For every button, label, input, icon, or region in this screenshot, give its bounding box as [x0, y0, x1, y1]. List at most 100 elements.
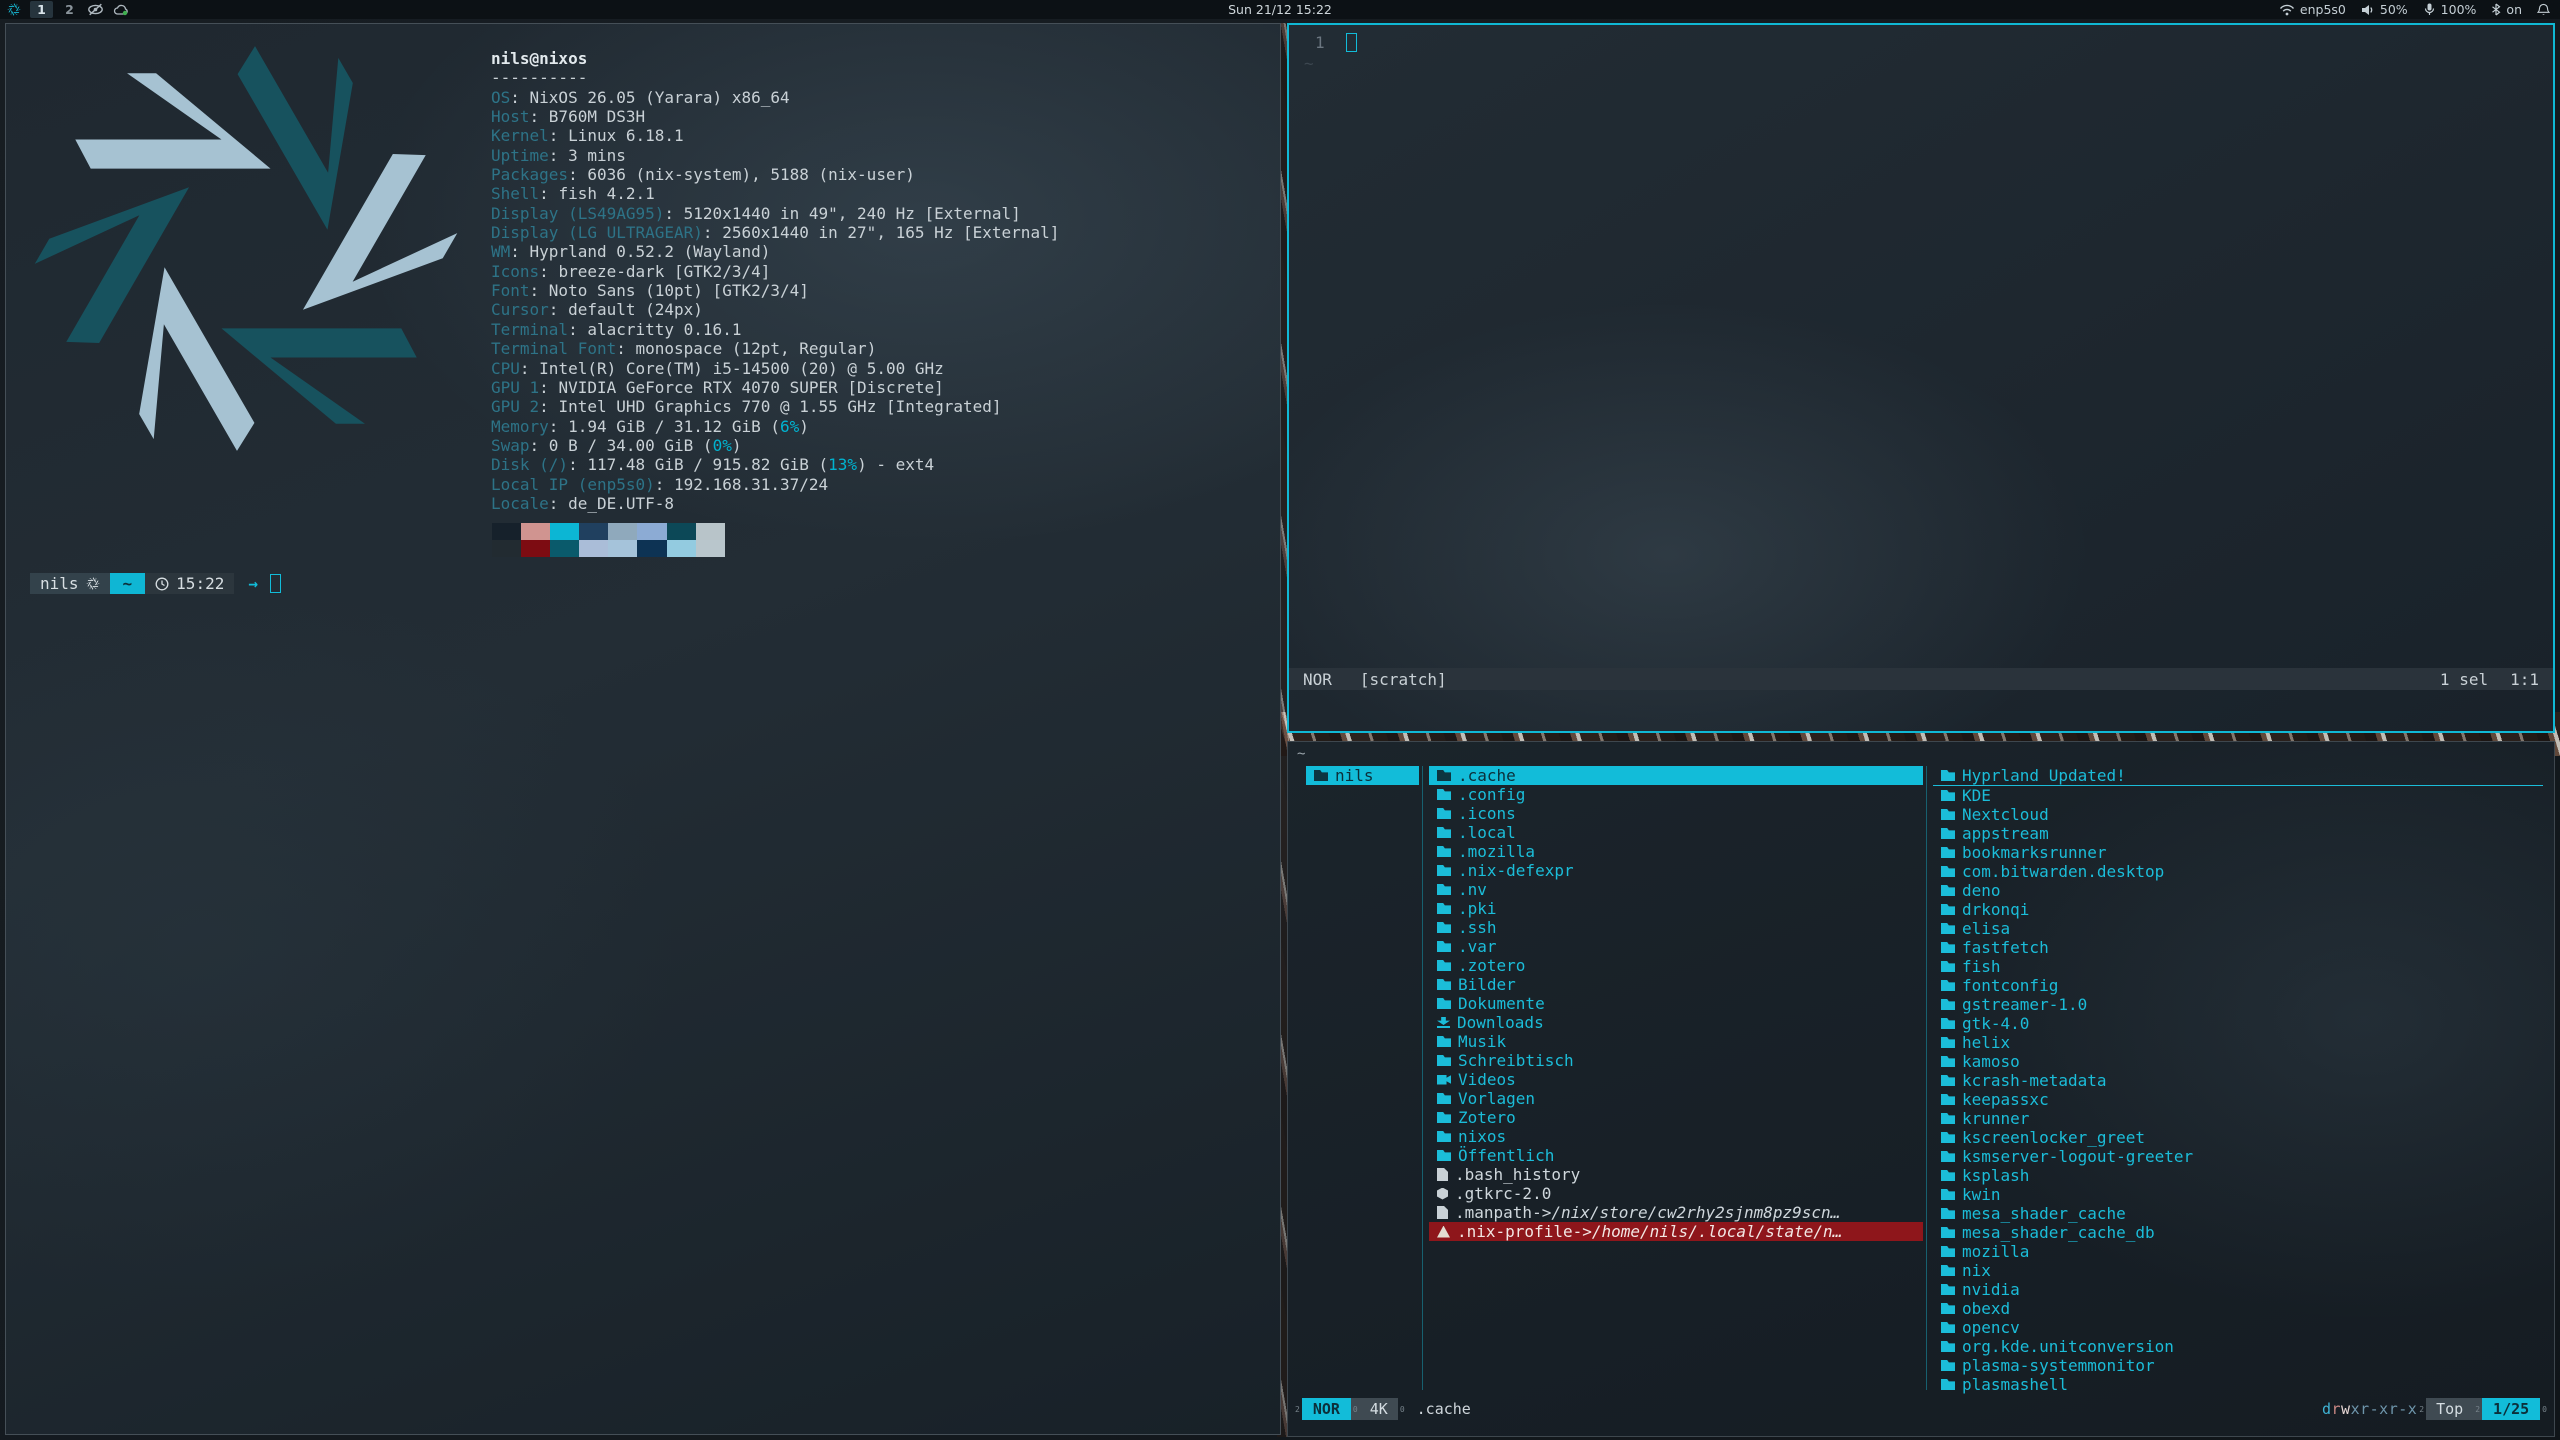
statusbar-badge: 1/25	[2482, 1398, 2540, 1420]
file-row[interactable]: kcrash-metadata	[1933, 1071, 2543, 1090]
file-row[interactable]: plasmashell	[1933, 1375, 2543, 1394]
file-row[interactable]: gtk-4.0	[1933, 1014, 2543, 1033]
file-row[interactable]: Dokumente	[1429, 994, 1923, 1013]
fastfetch-line: Cursor: default (24px)	[491, 300, 1059, 319]
file-row[interactable]: gstreamer-1.0	[1933, 995, 2543, 1014]
folder-icon	[1941, 999, 1955, 1010]
file-row[interactable]: .config	[1429, 785, 1923, 804]
palette-swatch	[696, 523, 725, 540]
fastfetch-text: : Hyprland 0.52.2 (Wayland)	[510, 242, 770, 261]
fastfetch-text: : NixOS 26.05 (Yarara) x86_64	[510, 88, 789, 107]
file-row[interactable]: Bilder	[1429, 975, 1923, 994]
file-row[interactable]: Öffentlich	[1429, 1146, 1923, 1165]
file-row[interactable]: .local	[1429, 823, 1923, 842]
fastfetch-line: Shell: fish 4.2.1	[491, 184, 1059, 203]
fastfetch-text: Locale	[491, 494, 549, 513]
file-row[interactable]: Hyprland Updated!	[1933, 766, 2543, 786]
nextcloud-sync-icon[interactable]	[113, 3, 129, 16]
file-row[interactable]: deno	[1933, 881, 2543, 900]
buffer-name: [scratch]	[1360, 670, 1447, 689]
terminal-window[interactable]: nils@nixos----------OS: NixOS 26.05 (Yar…	[5, 23, 1281, 1435]
file-row[interactable]: .cache	[1429, 766, 1923, 785]
microphone-module[interactable]: 100%	[2423, 2, 2477, 17]
file-label: mesa_shader_cache_db	[1962, 1223, 2155, 1242]
workspace-1-button[interactable]: 1	[30, 1, 53, 18]
symlink-icon	[1437, 1206, 1448, 1219]
file-row[interactable]: Nextcloud	[1933, 805, 2543, 824]
file-row[interactable]: krunner	[1933, 1109, 2543, 1128]
file-row[interactable]: nils	[1306, 766, 1419, 785]
file-row[interactable]: kscreenlocker_greet	[1933, 1128, 2543, 1147]
network-module[interactable]: enp5s0	[2279, 2, 2346, 17]
yazi-window[interactable]: ~ nils .cache.config.icons.local.mozilla…	[1287, 741, 2555, 1437]
file-row[interactable]: .icons	[1429, 804, 1923, 823]
file-row[interactable]: plasma-systemmonitor	[1933, 1356, 2543, 1375]
file-label: Videos	[1458, 1070, 1516, 1089]
file-row[interactable]: bookmarksrunner	[1933, 843, 2543, 862]
file-label: KDE	[1962, 786, 1991, 805]
file-row[interactable]: .mozilla	[1429, 842, 1923, 861]
file-row[interactable]: opencv	[1933, 1318, 2543, 1337]
file-row[interactable]: .nv	[1429, 880, 1923, 899]
file-row[interactable]: org.kde.unitconversion	[1933, 1337, 2543, 1356]
nixos-ascii-logo	[16, 46, 476, 455]
file-row[interactable]: kamoso	[1933, 1052, 2543, 1071]
file-row[interactable]: .nix-defexpr	[1429, 861, 1923, 880]
file-row[interactable]: helix	[1933, 1033, 2543, 1052]
file-row[interactable]: .gtkrc-2.0	[1429, 1184, 1923, 1203]
folder-icon	[1941, 885, 1955, 896]
file-row[interactable]: kwin	[1933, 1185, 2543, 1204]
workspace-2-button[interactable]: 2	[61, 1, 78, 18]
file-row[interactable]: .ssh	[1429, 918, 1923, 937]
file-row[interactable]: .pki	[1429, 899, 1923, 918]
notification-bell-icon[interactable]	[2537, 3, 2550, 16]
file-row[interactable]: .var	[1429, 937, 1923, 956]
file-row[interactable]: fish	[1933, 957, 2543, 976]
file-row[interactable]: ksplash	[1933, 1166, 2543, 1185]
folder-icon	[1941, 1341, 1955, 1352]
file-row[interactable]: .bash_history	[1429, 1165, 1923, 1184]
symlink-arrow: ->	[1573, 1222, 1592, 1241]
helix-window[interactable]: 1 ~ NOR [scratch] 1 sel 1:1	[1287, 23, 2555, 733]
file-row[interactable]: obexd	[1933, 1299, 2543, 1318]
file-row[interactable]: fastfetch	[1933, 938, 2543, 957]
fastfetch-line: Font: Noto Sans (10pt) [GTK2/3/4]	[491, 281, 1059, 300]
file-row[interactable]: Downloads	[1429, 1013, 1923, 1032]
file-row[interactable]: elisa	[1933, 919, 2543, 938]
file-row[interactable]: nix	[1933, 1261, 2543, 1280]
file-label: deno	[1962, 881, 2001, 900]
file-row[interactable]: appstream	[1933, 824, 2543, 843]
file-row[interactable]: Videos	[1429, 1070, 1923, 1089]
file-row[interactable]: .manpath -> /nix/store/cw2rhy2sjnm8pz9sc…	[1429, 1203, 1923, 1222]
file-row[interactable]: fontconfig	[1933, 976, 2543, 995]
file-row[interactable]: com.bitwarden.desktop	[1933, 862, 2543, 881]
file-row[interactable]: drkonqi	[1933, 900, 2543, 919]
file-label: plasmashell	[1962, 1375, 2068, 1394]
file-row[interactable]: .zotero	[1429, 956, 1923, 975]
file-row[interactable]: Schreibtisch	[1429, 1051, 1923, 1070]
permissions-text: d	[2322, 1400, 2332, 1418]
bluetooth-module[interactable]: on	[2491, 2, 2522, 17]
file-row[interactable]: nvidia	[1933, 1280, 2543, 1299]
file-row[interactable]: ksmserver-logout-greeter	[1933, 1147, 2543, 1166]
file-row[interactable]: .nix-profile -> /home/nils/.local/state/…	[1429, 1222, 1923, 1241]
file-row[interactable]: mesa_shader_cache	[1933, 1204, 2543, 1223]
file-row[interactable]: Vorlagen	[1429, 1089, 1923, 1108]
file-row[interactable]: Zotero	[1429, 1108, 1923, 1127]
folder-icon	[1437, 770, 1451, 781]
file-row[interactable]: Musik	[1429, 1032, 1923, 1051]
file-row[interactable]: mesa_shader_cache_db	[1933, 1223, 2543, 1242]
file-row[interactable]: nixos	[1429, 1127, 1923, 1146]
file-row[interactable]: mozilla	[1933, 1242, 2543, 1261]
fastfetch-text: : 117.48 GiB / 915.82 GiB (	[568, 455, 828, 474]
volume-module[interactable]: 50%	[2361, 2, 2408, 17]
idle-inhibitor-eye-icon[interactable]	[87, 3, 104, 16]
nixos-logo-icon[interactable]	[7, 3, 21, 16]
helix-statusline: NOR [scratch] 1 sel 1:1	[1289, 668, 2553, 690]
file-label: Hyprland Updated!	[1962, 766, 2126, 785]
folder-icon	[1437, 1150, 1451, 1161]
clock[interactable]: Sun 21/12 15:22	[0, 2, 2560, 17]
file-row[interactable]: KDE	[1933, 786, 2543, 805]
file-row[interactable]: keepassxc	[1933, 1090, 2543, 1109]
palette-swatch	[579, 523, 608, 540]
